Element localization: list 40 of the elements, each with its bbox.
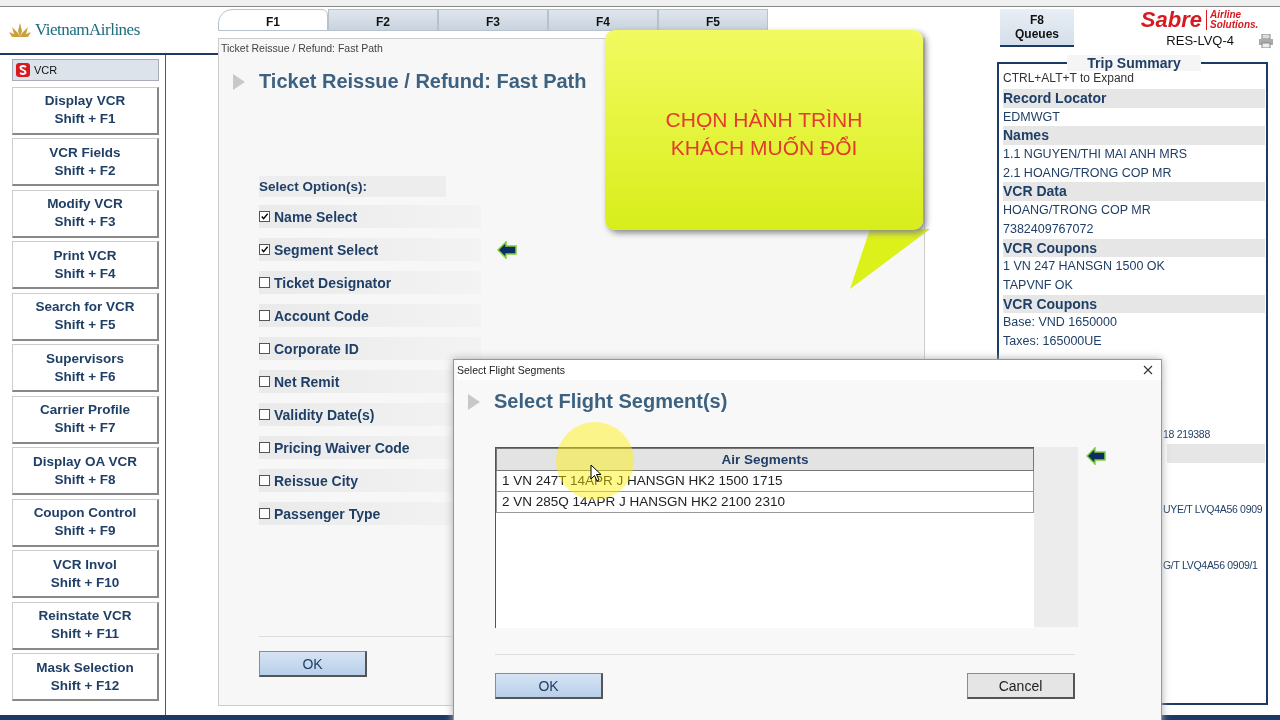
summary-value: TAPVNF OK [1003,276,1074,294]
summary-value: EDMWGT [1003,108,1061,126]
summary-value: HOANG/TRONG COP MR [1003,202,1152,220]
section-heading: Record Locator [1003,89,1265,108]
option-label: Name Select [274,208,358,225]
option-label: Ticket Designator [274,274,392,291]
section-heading: VCR Coupons [1003,238,1265,258]
station-label: RES-LVQ-4 [1166,33,1234,48]
option-label: Pricing Waiver Code [274,439,410,456]
sabre-logo: Sabre [1140,7,1202,33]
option-label: Account Code [274,307,369,324]
logo-tagline: Airline Solutions. [1206,10,1274,30]
option-label: Reissue City [274,472,359,489]
option-label: Passenger Type [274,505,381,522]
section-heading: Names [1003,126,1265,146]
summary-value: 1.1 NGUYEN/THI MAI ANH MRS [1003,146,1189,164]
airline-logo: VietnamAirlines [35,20,140,40]
dialog-heading: Select Flight Segment(s) [494,390,728,413]
summary-value: Base: VND 1650000 [1003,314,1118,332]
options-label: Select Option(s): [259,176,446,197]
section-heading: VCR Coupons [1003,294,1265,314]
option-label: Validity Date(s) [274,406,375,423]
summary-value: 1 VN 247 HANSGN 1500 OK [1003,258,1166,276]
option-label: Corporate ID [274,340,359,357]
column-header: Air Segments [496,448,1034,471]
option-label: Net Remit [274,373,340,390]
callout-text: CHỌN HÀNH TRÌNH KHÁCH MUỐN ĐỔI [664,107,864,161]
option-label: Segment Select [274,241,379,258]
summary-value: Taxes: 165000UE [1003,332,1103,350]
summary-value: 2.1 HOANG/TRONG COP MR [1003,164,1173,182]
section-heading: VCR Data [1003,182,1265,202]
summary-value: 7382409767072 [1003,220,1095,238]
summary-value: UYE/T LVQ4A56 0909 [1163,503,1263,516]
trip-summary-title: Trip Summary [1067,57,1201,71]
summary-value: 18 219388 [1163,428,1210,441]
summary-value: G/T LVQ4A56 0909/1 [1163,559,1258,572]
sidebar-header: VCR [12,59,159,81]
expand-hint: CTRL+ALT+T to Expand [1003,71,1135,87]
window-heading: Ticket Reissue / Refund: Fast Path [259,70,587,93]
window-title: Ticket Reissue / Refund: Fast Path [221,42,384,54]
